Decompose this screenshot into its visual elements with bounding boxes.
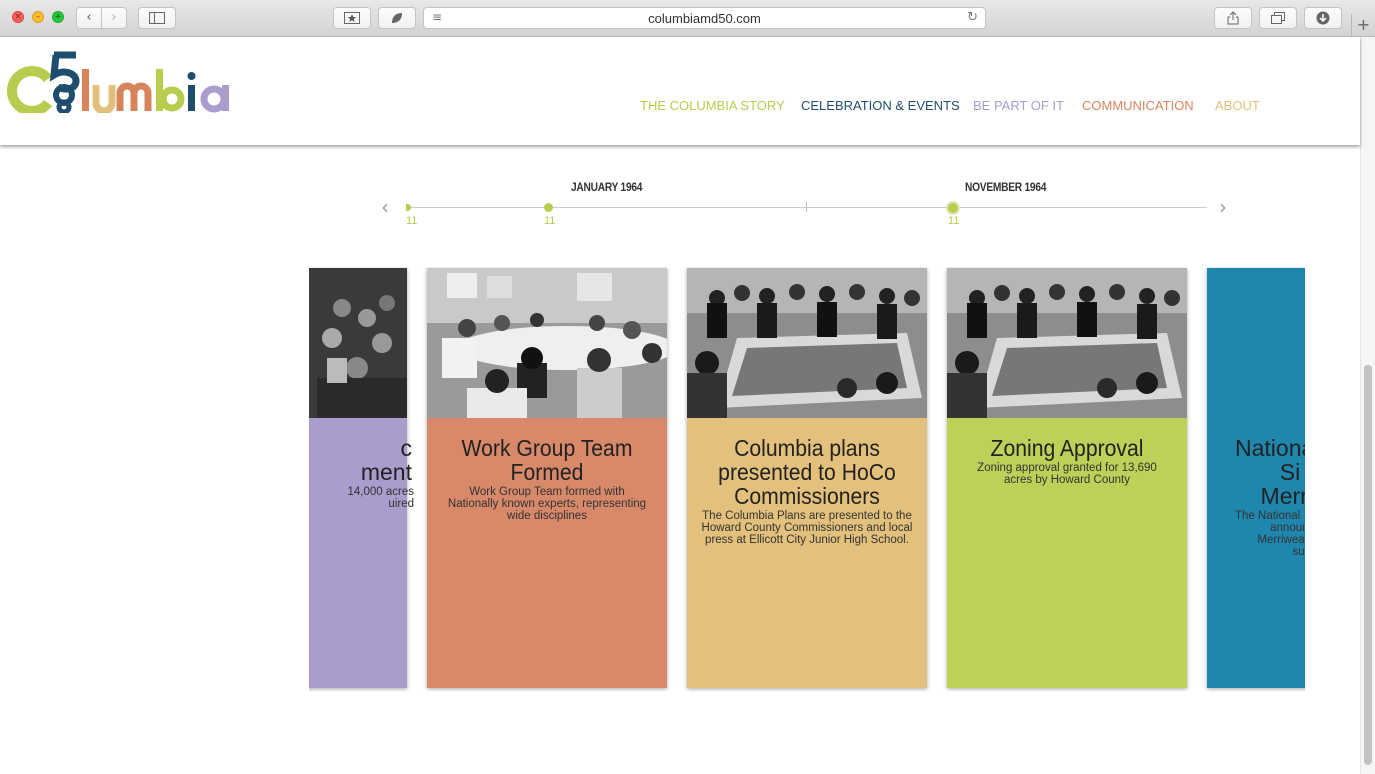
reload-icon[interactable]: ↻ bbox=[967, 10, 978, 25]
timeline-date-label: JANUARY 1964 bbox=[571, 180, 643, 194]
event-card[interactable]: Nationa Si Merr The National announc Mer… bbox=[1207, 268, 1305, 688]
tab-overview-button[interactable] bbox=[1259, 7, 1297, 29]
event-photo bbox=[687, 268, 927, 418]
tabs-icon bbox=[1271, 12, 1285, 24]
page-scrollbar-thumb[interactable] bbox=[1364, 365, 1372, 765]
new-tab-button[interactable]: + bbox=[1351, 14, 1375, 37]
share-button[interactable] bbox=[1214, 7, 1252, 29]
event-card-body: Columbia plans presented to HoCo Commiss… bbox=[687, 418, 927, 688]
event-card-description: Zoning approval granted for 13,690 acres… bbox=[977, 462, 1157, 486]
zoom-window-button[interactable]: + bbox=[52, 11, 64, 23]
page-scrollbar-track[interactable] bbox=[1360, 37, 1375, 774]
timeline-marker[interactable] bbox=[406, 204, 411, 211]
event-card-title: Columbia plans presented to HoCo Commiss… bbox=[718, 435, 896, 509]
event-card[interactable]: Columbia plans presented to HoCo Commiss… bbox=[687, 268, 927, 688]
timeline-next-button[interactable]: › bbox=[1219, 197, 1227, 217]
timeline-marker[interactable] bbox=[544, 203, 553, 212]
minimize-window-button[interactable]: – bbox=[32, 11, 44, 23]
sidebar-toggle-button[interactable] bbox=[138, 7, 176, 29]
event-card-title: Nationa Si Merr bbox=[1235, 435, 1305, 509]
event-card-description: The Columbia Plans are presented to the … bbox=[701, 510, 913, 546]
url-text: columbiamd50.com bbox=[648, 11, 761, 26]
event-card-description: 14,000 acres uired bbox=[347, 486, 415, 510]
download-icon bbox=[1316, 11, 1330, 25]
event-card[interactable]: Work Group Team Formed Work Group Team f… bbox=[427, 268, 667, 688]
event-card-title: Work Group Team Formed bbox=[461, 435, 633, 485]
share-icon bbox=[1227, 11, 1239, 25]
event-card-title: c ment bbox=[360, 435, 412, 485]
chevron-left-icon: ‹ bbox=[86, 10, 92, 25]
address-bar[interactable]: ≡ columbiamd50.com ↻ bbox=[423, 7, 986, 29]
timeline-tick bbox=[806, 202, 807, 212]
timeline-track bbox=[408, 207, 1207, 208]
event-card-body: Zoning Approval Zoning approval granted … bbox=[947, 418, 1187, 688]
minimize-icon: – bbox=[35, 12, 41, 22]
event-card-description: The National announc Merriweath su bbox=[1235, 510, 1305, 558]
event-photo bbox=[947, 268, 1187, 418]
site-header: THE COLUMBIA STORY CELEBRATION & EVENTS … bbox=[0, 37, 1360, 145]
event-card-title: Zoning Approval bbox=[990, 435, 1144, 461]
event-card-body: Work Group Team Formed Work Group Team f… bbox=[427, 418, 667, 688]
bookmark-star-icon bbox=[344, 12, 360, 24]
nav-be-part-of-it[interactable]: BE PART OF IT bbox=[973, 98, 1064, 113]
nav-about[interactable]: ABOUT bbox=[1215, 98, 1260, 113]
sidebar-icon bbox=[149, 12, 165, 24]
downloads-button[interactable] bbox=[1304, 7, 1342, 29]
event-cards-carousel: c ment 14,000 acres uired Work Group Tea… bbox=[309, 267, 1305, 692]
browser-toolbar: × – + ‹ › ≡ columbiamd50.com ↻ + bbox=[0, 0, 1375, 37]
zoom-icon: + bbox=[54, 12, 62, 22]
event-photo bbox=[1207, 268, 1305, 418]
event-card-description: Work Group Team formed with Nationally k… bbox=[447, 486, 647, 522]
timeline-marker-number: 11 bbox=[406, 215, 418, 227]
nav-communication[interactable]: COMMUNICATION bbox=[1082, 98, 1194, 113]
nav-the-columbia-story[interactable]: THE COLUMBIA STORY bbox=[640, 98, 785, 113]
timeline-prev-button[interactable]: ‹ bbox=[381, 197, 389, 217]
nav-celebration-events[interactable]: CELEBRATION & EVENTS bbox=[801, 98, 960, 113]
event-card-body: Nationa Si Merr The National announc Mer… bbox=[1207, 418, 1305, 688]
event-card-body: c ment 14,000 acres uired bbox=[309, 418, 414, 688]
site-logo[interactable] bbox=[6, 51, 246, 116]
chevron-right-icon: › bbox=[111, 10, 117, 25]
timeline-marker-number: 11 bbox=[948, 215, 960, 227]
event-photo bbox=[309, 268, 407, 418]
event-card[interactable]: c ment 14,000 acres uired bbox=[309, 268, 414, 688]
close-icon: × bbox=[14, 12, 22, 22]
close-window-button[interactable]: × bbox=[12, 11, 24, 23]
timeline-marker-active[interactable] bbox=[946, 201, 960, 215]
plus-icon: + bbox=[1356, 15, 1371, 34]
event-card[interactable]: Zoning Approval Zoning approval granted … bbox=[947, 268, 1187, 688]
back-button[interactable]: ‹ bbox=[76, 7, 102, 29]
columbia-50-logo-icon bbox=[7, 51, 229, 116]
leaf-icon bbox=[392, 13, 402, 23]
bookmarks-button[interactable] bbox=[333, 7, 371, 29]
timeline-date-label: NOVEMBER 1964 bbox=[965, 180, 1047, 194]
event-photo bbox=[427, 268, 667, 418]
timeline-marker-number: 11 bbox=[544, 215, 556, 227]
forward-button[interactable]: › bbox=[101, 7, 127, 29]
extension-button[interactable] bbox=[378, 7, 416, 29]
